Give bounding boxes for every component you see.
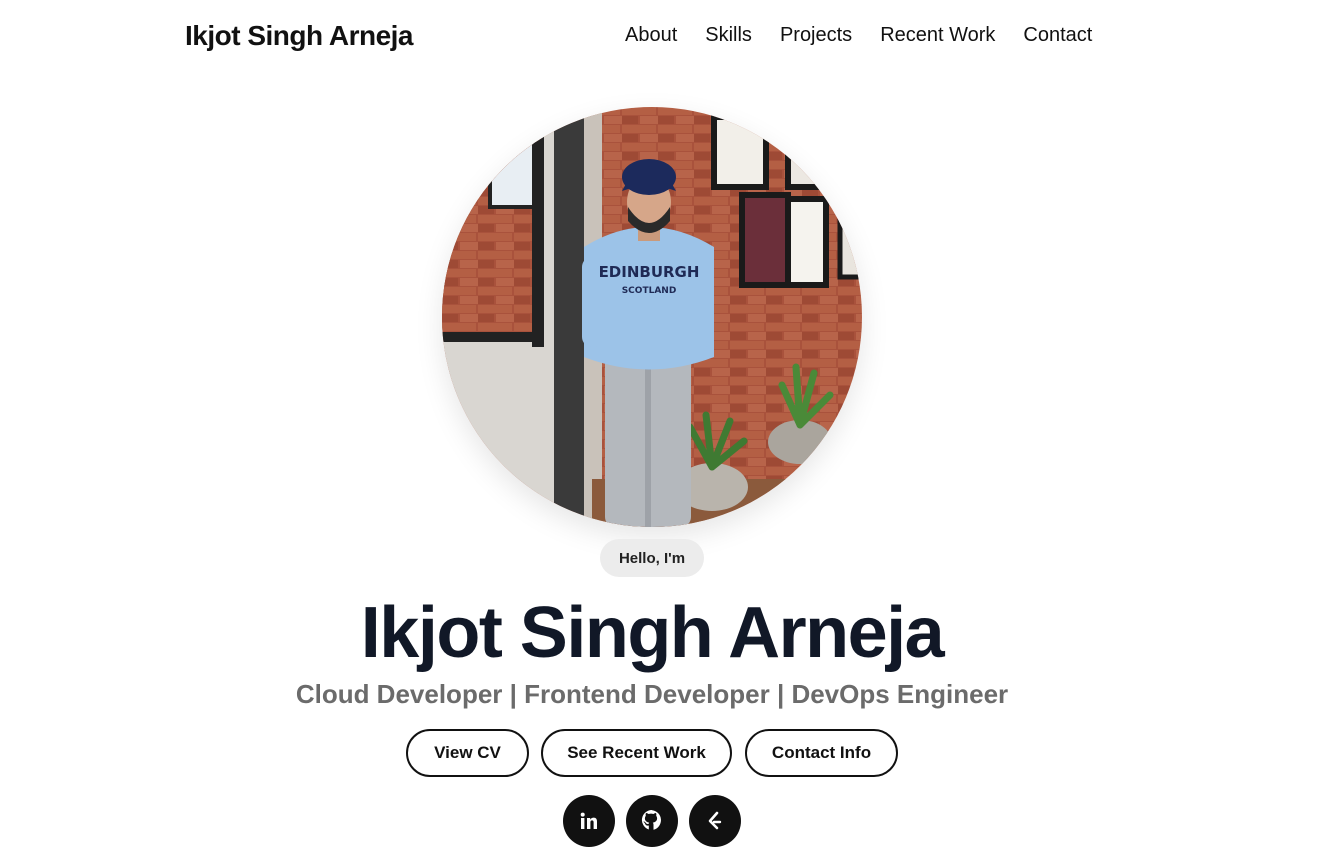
- profile-photo: EDINBURGH SCOTLAND: [442, 107, 862, 527]
- svg-text:SCOTLAND: SCOTLAND: [622, 286, 677, 296]
- see-recent-work-button[interactable]: See Recent Work: [541, 729, 732, 777]
- github-button[interactable]: [626, 795, 678, 847]
- github-icon: [641, 809, 661, 830]
- brand-logo[interactable]: Ikjot Singh Arneja: [185, 20, 414, 52]
- view-cv-button[interactable]: View CV: [406, 729, 529, 777]
- contact-info-button[interactable]: Contact Info: [745, 729, 898, 777]
- navbar: Ikjot Singh Arneja About Skills Projects…: [0, 0, 1330, 74]
- hero-subtitle: Cloud Developer | Frontend Developer | D…: [295, 679, 1009, 709]
- linkedin-button[interactable]: [563, 795, 615, 847]
- leetcode-icon: [708, 811, 722, 830]
- greeting-badge: Hello, I'm: [600, 539, 704, 577]
- leetcode-button[interactable]: [689, 795, 741, 847]
- profile-photo-illustration: EDINBURGH SCOTLAND: [442, 107, 862, 527]
- nav-menu: About Skills Projects Recent Work Contac…: [625, 24, 1092, 47]
- nav-link-about[interactable]: About: [625, 24, 677, 47]
- nav-link-recent-work[interactable]: Recent Work: [880, 24, 995, 47]
- nav-link-contact[interactable]: Contact: [1023, 24, 1092, 47]
- hero-name: Ikjot Singh Arneja: [360, 593, 945, 673]
- svg-text:EDINBURGH: EDINBURGH: [599, 263, 700, 281]
- nav-link-projects[interactable]: Projects: [780, 24, 852, 47]
- nav-link-skills[interactable]: Skills: [705, 24, 752, 47]
- linkedin-icon: [580, 812, 597, 829]
